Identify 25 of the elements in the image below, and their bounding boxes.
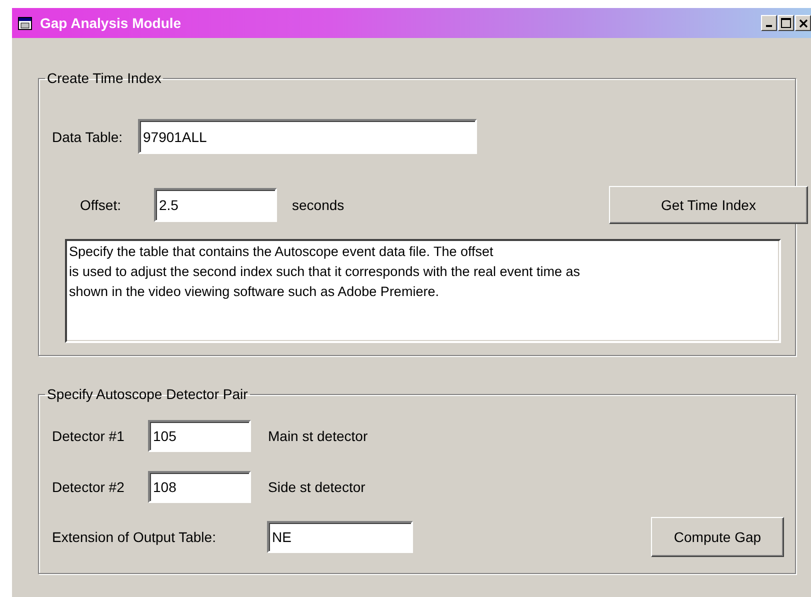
- offset-field[interactable]: 2.5: [154, 188, 277, 222]
- field-label: Data Table:: [52, 128, 124, 144]
- close-button[interactable]: [795, 15, 811, 31]
- detector-label: Detector #1: [52, 428, 126, 444]
- field-label: Extension of Output Table:: [52, 529, 217, 545]
- field-label: Offset:: [80, 197, 122, 213]
- detector-label: Detector #2: [52, 479, 126, 495]
- window-icon: [18, 16, 32, 30]
- detector-field[interactable]: 108: [148, 471, 251, 503]
- extension-field[interactable]: NE: [267, 521, 413, 553]
- group-title: Create Time Index: [46, 70, 162, 86]
- compute-gap-button[interactable]: Compute Gap: [651, 517, 784, 557]
- maximize-icon: [781, 18, 791, 28]
- data-table-field[interactable]: 97901ALL: [138, 119, 477, 154]
- detector-note: Side st detector: [268, 479, 366, 495]
- minimize-button[interactable]: [761, 15, 777, 31]
- close-icon: [798, 18, 808, 28]
- detector-note: Main st detector: [268, 428, 368, 444]
- description-box: Specify the table that contains the Autoscope event data file. The offset is used to adjust the second index such that it corresponds with the real event time as shown in the video viewing software such as Adobe Premiere.: [65, 239, 781, 343]
- maximize-button[interactable]: [778, 15, 794, 31]
- group-title: Specify Autoscope Detector Pair: [46, 386, 249, 402]
- window-title: Gap Analysis Module: [40, 15, 182, 31]
- get-time-index-button[interactable]: Get Time Index: [609, 186, 808, 224]
- unit-label: seconds: [292, 197, 344, 213]
- detector-field[interactable]: 105: [148, 420, 251, 452]
